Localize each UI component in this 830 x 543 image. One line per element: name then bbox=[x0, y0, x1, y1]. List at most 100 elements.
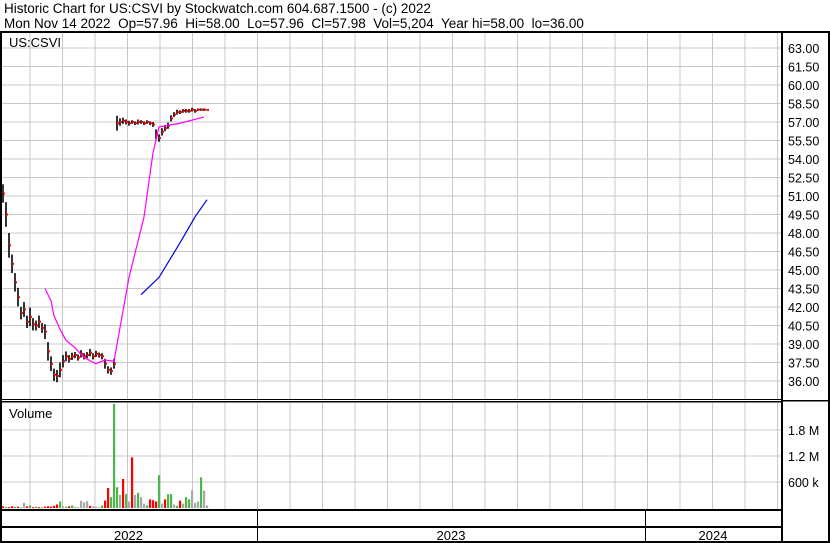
volume-bar bbox=[110, 497, 113, 508]
close-tick bbox=[72, 355, 74, 358]
pane-divider bbox=[781, 400, 829, 402]
volume-tick-label: 1.8 M bbox=[788, 424, 819, 438]
close-tick bbox=[102, 355, 104, 358]
left-border bbox=[0, 31, 2, 543]
close-tick bbox=[138, 121, 140, 123]
volume-bar bbox=[206, 505, 209, 508]
close-tick bbox=[165, 127, 167, 130]
close-tick bbox=[195, 109, 197, 112]
close-tick bbox=[174, 113, 176, 116]
volume-bar bbox=[83, 502, 86, 508]
price-tick-label: 43.50 bbox=[788, 283, 819, 297]
volume-bar bbox=[101, 505, 104, 508]
volume-bar bbox=[167, 494, 170, 508]
close-tick bbox=[87, 354, 89, 357]
volume-bar bbox=[185, 497, 188, 508]
price-tick-label: 37.50 bbox=[788, 357, 819, 371]
volume-bar bbox=[182, 503, 185, 508]
volume-bar bbox=[140, 497, 143, 508]
volume-tick-label: 1.2 M bbox=[788, 450, 819, 464]
close-tick bbox=[33, 323, 35, 326]
volume-bar bbox=[2, 506, 5, 508]
volume-label: Volume bbox=[9, 406, 52, 421]
volume-bar bbox=[128, 501, 131, 508]
close-tick bbox=[159, 137, 161, 140]
price-tick-label: 60.00 bbox=[788, 79, 819, 93]
volume-bar bbox=[194, 502, 197, 508]
volume-bar bbox=[116, 487, 119, 508]
year-label: 2022 bbox=[114, 528, 143, 543]
close-tick bbox=[69, 357, 71, 360]
volume-bar bbox=[65, 506, 68, 508]
price-tick-label: 48.00 bbox=[788, 227, 819, 241]
volume-bar bbox=[107, 488, 110, 508]
close-tick bbox=[39, 320, 41, 323]
volume-bar bbox=[119, 495, 122, 508]
close-tick bbox=[135, 122, 137, 125]
price-tick-label: 51.00 bbox=[788, 190, 819, 204]
volume-bar bbox=[71, 505, 74, 508]
volume-bar bbox=[5, 507, 8, 509]
volume-bar bbox=[113, 404, 116, 508]
close-tick bbox=[93, 355, 95, 358]
close-tick bbox=[21, 312, 23, 315]
close-tick bbox=[45, 330, 47, 333]
close-tick bbox=[114, 362, 116, 365]
volume-bar bbox=[53, 505, 56, 508]
volume-bar bbox=[170, 494, 173, 508]
volume-bar bbox=[149, 499, 152, 508]
close-tick bbox=[99, 354, 101, 357]
close-tick bbox=[192, 108, 194, 111]
volume-bar bbox=[68, 506, 71, 508]
close-tick bbox=[144, 122, 146, 125]
close-tick bbox=[108, 368, 110, 371]
price-tick-label: 36.00 bbox=[788, 375, 819, 389]
volume-bar bbox=[74, 506, 77, 508]
volume-bar bbox=[80, 500, 83, 508]
volume-bar bbox=[158, 475, 161, 508]
volume-bar bbox=[11, 506, 14, 508]
close-tick bbox=[90, 351, 92, 354]
volume-bar bbox=[164, 499, 167, 508]
price-tick-label: 63.00 bbox=[788, 42, 819, 56]
close-tick bbox=[57, 375, 59, 378]
close-tick bbox=[36, 324, 38, 327]
close-tick bbox=[48, 350, 50, 353]
volume-bar bbox=[50, 506, 53, 508]
close-tick bbox=[186, 109, 188, 112]
volume-bar bbox=[23, 502, 26, 508]
volume-bar bbox=[47, 506, 50, 508]
close-tick bbox=[9, 244, 11, 247]
volume-bar bbox=[155, 501, 158, 508]
close-tick bbox=[150, 122, 152, 125]
close-tick bbox=[162, 130, 164, 133]
volume-bar bbox=[77, 507, 80, 509]
close-tick bbox=[129, 122, 131, 125]
close-tick bbox=[24, 308, 26, 311]
close-tick bbox=[30, 315, 32, 318]
price-tick-label: 54.00 bbox=[788, 153, 819, 167]
price-tick-label: 49.50 bbox=[788, 209, 819, 223]
close-tick bbox=[78, 356, 80, 359]
volume-bar bbox=[161, 503, 164, 508]
volume-bar bbox=[89, 505, 92, 508]
close-tick bbox=[63, 360, 65, 363]
volume-bar bbox=[41, 507, 44, 509]
price-tick-label: 39.00 bbox=[788, 338, 819, 352]
volume-bar bbox=[188, 499, 191, 508]
close-tick bbox=[126, 121, 128, 123]
close-tick bbox=[6, 213, 8, 216]
close-tick bbox=[96, 352, 98, 355]
volume-bar bbox=[203, 490, 206, 508]
volume-tick-label: 600 k bbox=[788, 476, 819, 490]
close-tick bbox=[54, 373, 56, 376]
volume-bar bbox=[98, 507, 101, 509]
volume-bar bbox=[86, 501, 89, 508]
price-tick-label: 45.00 bbox=[788, 264, 819, 278]
price-tick-label: 42.00 bbox=[788, 301, 819, 315]
volume-bar bbox=[152, 500, 155, 508]
volume-bar bbox=[95, 506, 98, 508]
close-tick bbox=[153, 123, 155, 126]
close-tick bbox=[60, 368, 62, 371]
volume-bar bbox=[176, 505, 179, 508]
